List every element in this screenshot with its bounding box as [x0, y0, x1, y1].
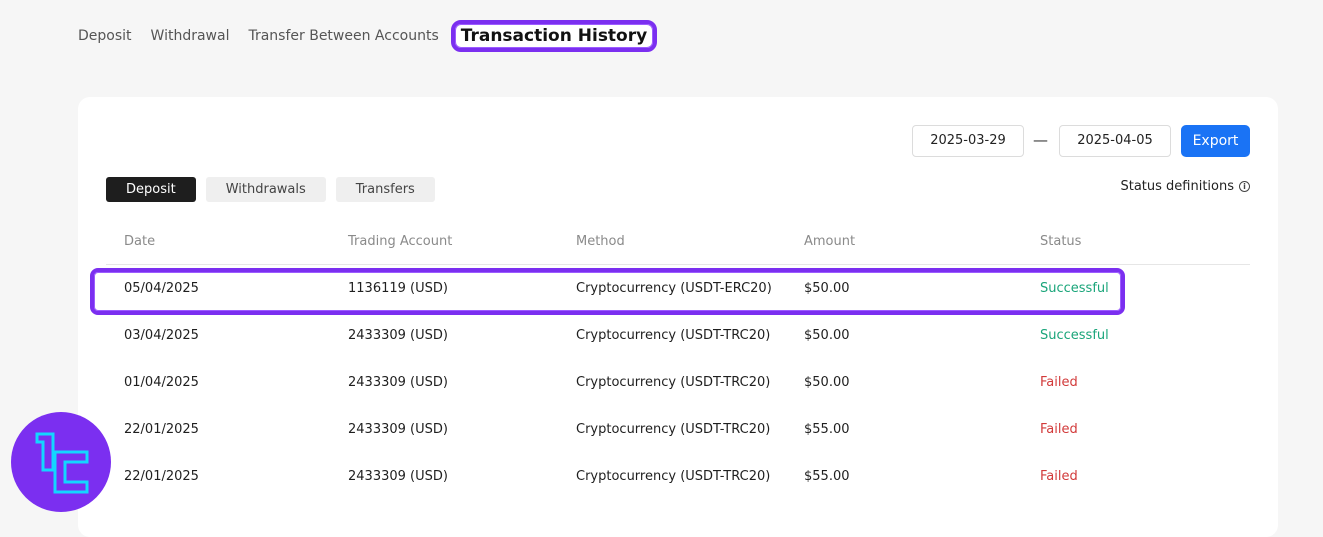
- status-badge: Failed: [1040, 469, 1078, 484]
- table-row[interactable]: 05/04/2025 1136119 (USD) Cryptocurrency …: [106, 266, 1250, 313]
- cell-amount: $55.00: [804, 422, 850, 437]
- status-definitions-link[interactable]: Status definitions i: [1120, 179, 1250, 194]
- tc-logo-icon: [35, 432, 89, 494]
- cell-amount: $50.00: [804, 328, 850, 343]
- table-row[interactable]: 03/04/2025 2433309 (USD) Cryptocurrency …: [106, 313, 1250, 360]
- cell-method: Cryptocurrency (USDT-TRC20): [576, 469, 771, 484]
- status-badge: Successful: [1040, 281, 1109, 296]
- cell-amount: $50.00: [804, 281, 850, 296]
- transaction-type-tabs: Deposit Withdrawals Transfers: [106, 177, 435, 202]
- cell-method: Cryptocurrency (USDT-TRC20): [576, 328, 771, 343]
- cell-trading-account: 2433309 (USD): [348, 422, 448, 437]
- table-row[interactable]: 22/01/2025 2433309 (USD) Cryptocurrency …: [106, 407, 1250, 454]
- date-range-separator: —: [1033, 131, 1048, 149]
- nav-transaction-history[interactable]: Transaction History: [450, 20, 658, 52]
- cell-date: 03/04/2025: [124, 328, 199, 343]
- cell-method: Cryptocurrency (USDT-ERC20): [576, 281, 772, 296]
- cell-trading-account: 2433309 (USD): [348, 328, 448, 343]
- status-badge: Failed: [1040, 375, 1078, 390]
- export-button[interactable]: Export: [1181, 125, 1250, 157]
- cell-trading-account: 2433309 (USD): [348, 469, 448, 484]
- date-to-input[interactable]: 2025-04-05: [1059, 125, 1171, 157]
- status-badge: Successful: [1040, 328, 1109, 343]
- date-from-input[interactable]: 2025-03-29: [912, 125, 1024, 157]
- tab-withdrawals[interactable]: Withdrawals: [205, 177, 326, 202]
- cell-method: Cryptocurrency (USDT-TRC20): [576, 422, 771, 437]
- cell-date: 01/04/2025: [124, 375, 199, 390]
- top-navigation: Deposit Withdrawal Transfer Between Acco…: [78, 18, 658, 54]
- cell-trading-account: 1136119 (USD): [348, 281, 448, 296]
- table-row[interactable]: 01/04/2025 2433309 (USD) Cryptocurrency …: [106, 360, 1250, 407]
- column-header-status: Status: [1040, 234, 1082, 249]
- cell-trading-account: 2433309 (USD): [348, 375, 448, 390]
- column-header-method: Method: [576, 234, 625, 249]
- cell-date: 22/01/2025: [124, 422, 199, 437]
- cell-amount: $50.00: [804, 375, 850, 390]
- nav-deposit[interactable]: Deposit: [78, 28, 132, 44]
- cell-date: 05/04/2025: [124, 281, 199, 296]
- table-header: Date Trading Account Method Amount Statu…: [106, 227, 1250, 265]
- status-badge: Failed: [1040, 422, 1078, 437]
- brand-logo: [11, 412, 111, 512]
- tab-deposit[interactable]: Deposit: [106, 177, 196, 202]
- status-definitions-label: Status definitions: [1120, 179, 1234, 194]
- cell-method: Cryptocurrency (USDT-TRC20): [576, 375, 771, 390]
- info-icon: i: [1239, 181, 1250, 192]
- column-header-trading-account: Trading Account: [348, 234, 453, 249]
- cell-date: 22/01/2025: [124, 469, 199, 484]
- tab-transfers[interactable]: Transfers: [335, 177, 435, 202]
- nav-withdrawal[interactable]: Withdrawal: [151, 28, 230, 44]
- column-header-amount: Amount: [804, 234, 856, 249]
- column-header-date: Date: [124, 234, 156, 249]
- nav-transfer-between-accounts[interactable]: Transfer Between Accounts: [248, 28, 438, 44]
- cell-amount: $55.00: [804, 469, 850, 484]
- table-row[interactable]: 22/01/2025 2433309 (USD) Cryptocurrency …: [106, 454, 1250, 501]
- transaction-history-card: 2025-03-29 — 2025-04-05 Export Deposit W…: [78, 97, 1278, 537]
